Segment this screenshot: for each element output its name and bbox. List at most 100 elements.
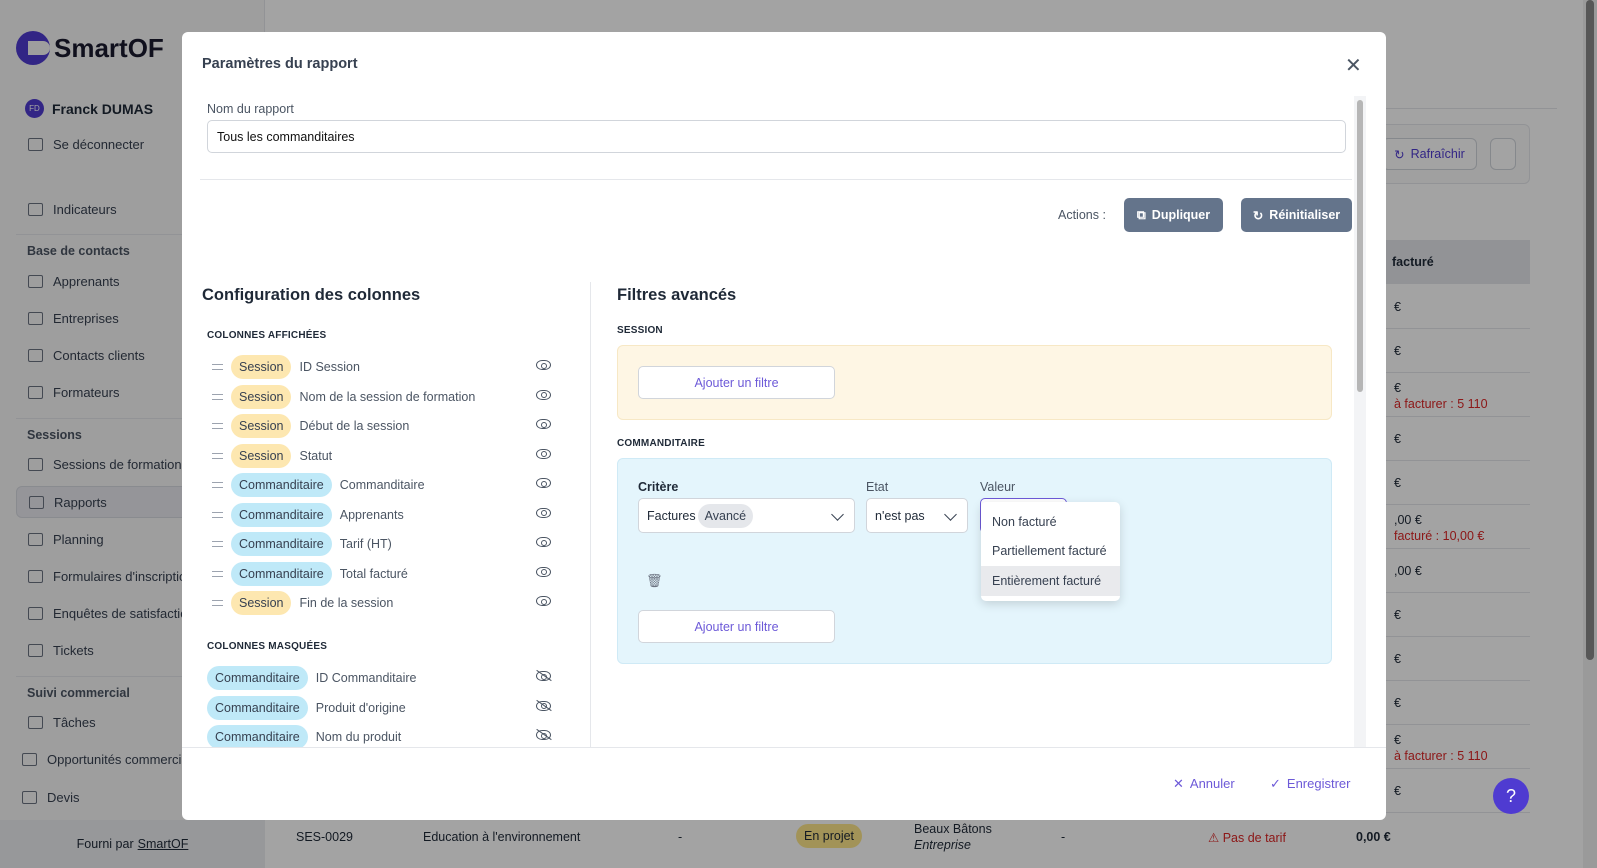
report-settings-modal: Paramètres du rapport ✕ Nom du rapport T… [182,32,1386,820]
eye-icon[interactable] [536,478,551,488]
criterion-select[interactable]: Factures Avancé [638,498,855,533]
report-name-input[interactable]: Tous les commanditaires [207,120,1346,153]
duplicate-label: Dupliquer [1151,208,1211,222]
column-label: Produit d'origine [315,700,406,715]
copy-icon: ⧉ [1136,207,1146,222]
eye-off-icon[interactable] [536,671,551,681]
help-button[interactable]: ? [1493,778,1529,814]
column-label: ID Session [299,360,360,374]
cancel-button[interactable]: ✕ Annuler [1173,776,1235,792]
eye-icon[interactable] [536,360,551,370]
column-group-tag: Session [231,355,292,379]
eye-icon[interactable] [536,596,551,606]
column-label: Tarif (HT) [339,537,392,551]
chevron-down-icon [831,508,844,521]
shown-columns-caption: COLONNES AFFICHÉES [207,330,327,341]
commanditaire-caption: COMMANDITAIRE [617,438,705,449]
eye-icon[interactable] [536,537,551,547]
column-row[interactable]: Commanditaire Nom du produit [207,724,551,747]
option-partiellement-facture[interactable]: Partiellement facturé [981,537,1120,567]
session-filter-panel: Ajouter un filtre [617,345,1332,420]
state-select[interactable]: n'est pas [866,498,968,533]
drag-handle-icon[interactable] [212,511,223,518]
column-group-tag: Commanditaire [231,532,332,556]
column-row[interactable]: Session Nom de la session de formation [212,384,552,410]
eye-icon[interactable] [536,566,551,577]
drag-handle-icon[interactable] [212,423,223,429]
drag-handle-icon[interactable] [212,452,223,459]
close-icon[interactable]: ✕ [1345,53,1362,78]
check-icon: ✓ [1270,776,1281,791]
drag-handle-icon[interactable] [212,541,223,547]
column-label: Nom de la session de formation [299,389,476,404]
trash-icon[interactable]: 🗑 [646,573,663,589]
column-group-tag: Session [231,591,292,615]
drag-handle-icon[interactable] [212,364,223,370]
save-label: Enregistrer [1286,776,1351,791]
report-name-label: Nom du rapport [207,102,294,116]
add-session-filter-button[interactable]: Ajouter un filtre [638,366,835,399]
reset-icon: ↻ [1252,208,1264,223]
close-icon: ✕ [1173,776,1184,791]
columns-title: Configuration des colonnes [202,286,421,304]
eye-icon[interactable] [536,507,551,518]
column-group-tag: Commanditaire [231,561,332,586]
eye-off-icon[interactable] [536,700,551,711]
column-group-tag: Session [231,384,292,409]
chevron-down-icon [944,508,957,521]
modal-footer: ✕ Annuler ✓ Enregistrer [182,747,1386,820]
duplicate-button[interactable]: ⧉ Dupliquer [1124,198,1223,232]
column-label: Commanditaire [339,478,425,492]
reset-label: Réinitialiser [1269,208,1341,222]
drag-handle-icon[interactable] [212,600,223,606]
column-label: Fin de la session [299,596,394,610]
add-commanditaire-filter-button[interactable]: Ajouter un filtre [638,610,835,643]
drag-handle-icon[interactable] [212,393,223,400]
column-group-tag: Commanditaire [207,666,308,690]
eye-icon[interactable] [536,448,551,459]
column-row[interactable]: Commanditaire Apprenants [212,502,552,528]
cancel-label: Annuler [1189,776,1235,791]
drag-handle-icon[interactable] [212,482,223,488]
column-row[interactable]: Session Début de la session [212,413,552,439]
state-label: Etat [866,480,889,494]
option-non-facture[interactable]: Non facturé [981,507,1120,537]
save-button[interactable]: ✓ Enregistrer [1270,776,1350,792]
column-label: Total facturé [339,566,408,581]
session-caption: SESSION [617,325,663,336]
column-row[interactable]: Session Fin de la session [212,590,552,616]
scrollbar-thumb[interactable] [1357,100,1363,392]
column-row[interactable]: Commanditaire Commanditaire [212,472,552,498]
report-name-value: Tous les commanditaires [217,129,355,144]
column-row[interactable]: Commanditaire Produit d'origine [207,695,551,721]
column-row[interactable]: Commanditaire ID Commanditaire [207,665,551,691]
column-row[interactable]: Session ID Session [212,354,552,380]
column-row[interactable]: Commanditaire Tarif (HT) [212,531,552,557]
column-label: Apprenants [339,507,404,522]
column-label: Statut [299,448,333,463]
criterion-label: Critère [638,480,679,494]
modal-scrollbar[interactable] [1354,96,1366,747]
divider [590,282,591,747]
column-group-tag: Commanditaire [231,502,332,527]
column-row[interactable]: Commanditaire Total facturé [212,561,552,587]
column-group-tag: Session [231,443,292,468]
column-group-tag: Commanditaire [231,473,332,497]
eye-icon[interactable] [536,419,551,429]
commanditaire-filter-panel: Critère Etat Valeur Factures Avancé n'est… [617,458,1332,664]
option-entierement-facture[interactable]: Entièrement facturé [981,566,1120,596]
actions-label: Actions : [1058,208,1106,222]
filters-title: Filtres avancés [617,286,737,304]
value-label: Valeur [980,480,1016,494]
divider [200,179,1352,180]
drag-handle-icon[interactable] [212,570,223,577]
hidden-columns-caption: COLONNES MASQUÉES [207,641,328,652]
eye-icon[interactable] [536,389,551,400]
column-row[interactable]: Session Statut [212,443,552,469]
column-label: Début de la session [299,419,410,433]
reset-button[interactable]: ↻ Réinitialiser [1241,198,1352,232]
criterion-value: Factures [647,508,696,523]
column-group-tag: Session [231,414,292,438]
eye-off-icon[interactable] [536,730,551,740]
value-dropdown: Non facturé Partiellement facturé Entièr… [981,502,1120,601]
